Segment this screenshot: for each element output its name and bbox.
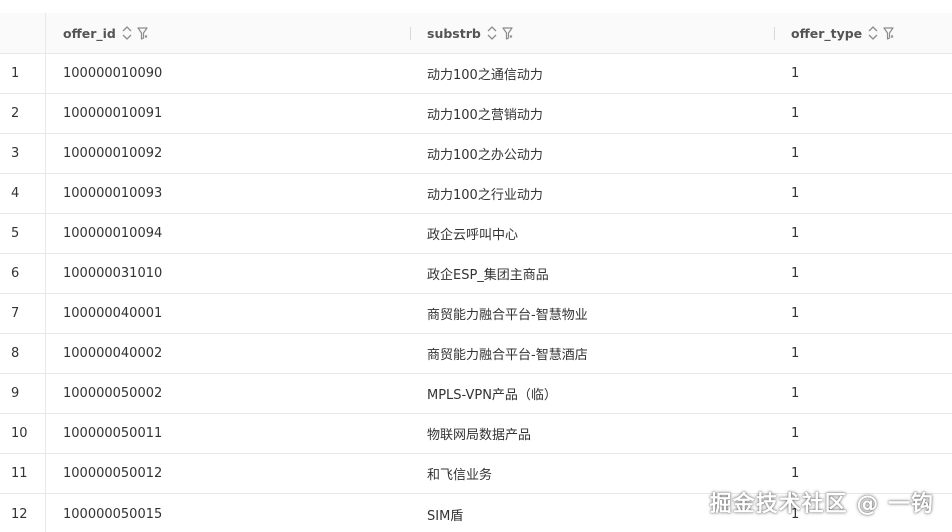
filter-icon[interactable] <box>502 26 513 40</box>
column-header-offer-id[interactable]: offer_id <box>63 13 148 53</box>
sort-icon[interactable] <box>487 26 497 40</box>
row-index: 2 <box>0 94 46 133</box>
row-index: 3 <box>0 134 46 173</box>
result-table: offer_id substrb offer_type 1 1000000100… <box>0 0 952 532</box>
cell-offer-type[interactable]: 1 <box>791 94 799 133</box>
cell-offer-type[interactable]: 1 <box>791 134 799 173</box>
cell-substrb[interactable]: MPLS-VPN产品（临） <box>427 374 557 413</box>
column-header-substrb[interactable]: substrb <box>427 13 513 53</box>
cell-substrb[interactable]: 动力100之通信动力 <box>427 54 543 93</box>
cell-substrb[interactable]: SIM盾 <box>427 494 463 532</box>
column-header-offer-type[interactable]: offer_type <box>791 13 894 53</box>
cell-substrb[interactable]: 物联网局数据产品 <box>427 414 531 453</box>
cell-offer-type[interactable]: 1 <box>791 374 799 413</box>
cell-offer-type[interactable]: 1 <box>791 294 799 333</box>
cell-offer-id[interactable]: 100000050015 <box>63 494 162 532</box>
cell-offer-type[interactable]: 1 <box>791 54 799 93</box>
cell-offer-id[interactable]: 100000010094 <box>63 214 162 253</box>
row-index: 12 <box>0 494 46 532</box>
column-label-offer-type: offer_type <box>791 25 863 41</box>
row-index: 8 <box>0 334 46 373</box>
watermark: 掘金技术社区 @ 一钩 <box>709 492 934 517</box>
cell-offer-type[interactable]: 1 <box>791 334 799 373</box>
index-header <box>0 13 46 53</box>
column-resize-handle[interactable] <box>410 27 411 40</box>
cell-substrb[interactable]: 商贸能力融合平台-智慧酒店 <box>427 334 588 373</box>
table-row[interactable]: 1 100000010090 动力100之通信动力 1 <box>0 54 952 94</box>
cell-offer-type[interactable]: 1 <box>791 214 799 253</box>
table-row[interactable]: 8 100000040002 商贸能力融合平台-智慧酒店 1 <box>0 334 952 374</box>
cell-offer-id[interactable]: 100000050012 <box>63 454 162 493</box>
table-row[interactable]: 5 100000010094 政企云呼叫中心 1 <box>0 214 952 254</box>
cell-substrb[interactable]: 政企云呼叫中心 <box>427 214 518 253</box>
filter-icon[interactable] <box>883 26 894 40</box>
cell-substrb[interactable]: 政企ESP_集团主商品 <box>427 254 549 293</box>
cell-offer-id[interactable]: 100000031010 <box>63 254 162 293</box>
filter-icon[interactable] <box>137 26 148 40</box>
cell-offer-id[interactable]: 100000010093 <box>63 174 162 213</box>
table-row[interactable]: 6 100000031010 政企ESP_集团主商品 1 <box>0 254 952 294</box>
table-row[interactable]: 10 100000050011 物联网局数据产品 1 <box>0 414 952 454</box>
sort-icon[interactable] <box>122 26 132 40</box>
cell-substrb[interactable]: 商贸能力融合平台-智慧物业 <box>427 294 588 333</box>
cell-offer-type[interactable]: 1 <box>791 174 799 213</box>
cell-substrb[interactable]: 动力100之营销动力 <box>427 94 543 133</box>
sort-icon[interactable] <box>868 26 878 40</box>
table-row[interactable]: 3 100000010092 动力100之办公动力 1 <box>0 134 952 174</box>
row-index: 1 <box>0 54 46 93</box>
table-header: offer_id substrb offer_type <box>0 13 952 54</box>
table-row[interactable]: 4 100000010093 动力100之行业动力 1 <box>0 174 952 214</box>
row-index: 4 <box>0 174 46 213</box>
cell-offer-id[interactable]: 100000010092 <box>63 134 162 173</box>
row-index: 7 <box>0 294 46 333</box>
cell-offer-type[interactable]: 1 <box>791 254 799 293</box>
row-index: 6 <box>0 254 46 293</box>
row-index: 5 <box>0 214 46 253</box>
row-index: 11 <box>0 454 46 493</box>
cell-offer-type[interactable]: 1 <box>791 414 799 453</box>
cell-offer-id[interactable]: 100000050011 <box>63 414 162 453</box>
cell-offer-id[interactable]: 100000010091 <box>63 94 162 133</box>
table-row[interactable]: 9 100000050002 MPLS-VPN产品（临） 1 <box>0 374 952 414</box>
column-resize-handle[interactable] <box>774 27 775 40</box>
column-label-offer-id: offer_id <box>63 25 116 41</box>
cell-offer-id[interactable]: 100000010090 <box>63 54 162 93</box>
cell-substrb[interactable]: 动力100之办公动力 <box>427 134 543 173</box>
cell-offer-id[interactable]: 100000040001 <box>63 294 162 333</box>
table-row[interactable]: 7 100000040001 商贸能力融合平台-智慧物业 1 <box>0 294 952 334</box>
cell-offer-id[interactable]: 100000050002 <box>63 374 162 413</box>
column-label-substrb: substrb <box>427 25 481 41</box>
cell-substrb[interactable]: 动力100之行业动力 <box>427 174 543 213</box>
table-row[interactable]: 2 100000010091 动力100之营销动力 1 <box>0 94 952 134</box>
row-index: 10 <box>0 414 46 453</box>
cell-substrb[interactable]: 和飞信业务 <box>427 454 492 493</box>
cell-offer-id[interactable]: 100000040002 <box>63 334 162 373</box>
row-index: 9 <box>0 374 46 413</box>
